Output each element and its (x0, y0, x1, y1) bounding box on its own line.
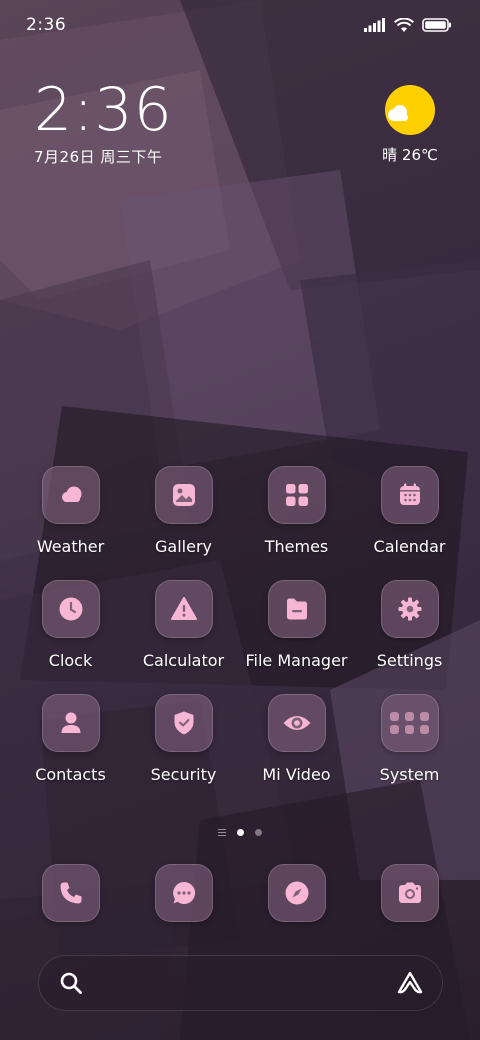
warning-triangle-icon (154, 580, 213, 638)
app-grid: Weather Gallery Themes Calendar Clock Ca… (14, 466, 466, 784)
compass-icon[interactable] (267, 864, 326, 922)
app-label: Gallery (155, 537, 212, 556)
app-calendar[interactable]: Calendar (353, 466, 466, 556)
calendar-icon (380, 466, 439, 524)
status-bar: 2:36 (0, 0, 480, 50)
search-icon[interactable] (59, 971, 83, 995)
app-clock[interactable]: Clock (14, 580, 127, 670)
status-time: 2:36 (26, 15, 67, 35)
gallery-image-icon (154, 466, 213, 524)
app-label: System (379, 765, 440, 784)
app-label: Weather (36, 537, 105, 556)
app-security[interactable]: Security (127, 694, 240, 784)
weather-cloud-icon (41, 466, 100, 524)
person-icon (41, 694, 100, 752)
eye-icon (267, 694, 326, 752)
shield-check-icon (154, 694, 213, 752)
widget-date: 7月26日 周三下午 (34, 148, 163, 166)
folder-app-grid-icon (380, 694, 439, 752)
wifi-icon (394, 17, 414, 32)
dock (14, 864, 466, 922)
app-weather[interactable]: Weather (14, 466, 127, 556)
app-themes[interactable]: Themes (240, 466, 353, 556)
folder-system[interactable]: System (353, 694, 466, 784)
signal-bars-icon (364, 18, 385, 32)
clock-icon (41, 580, 100, 638)
app-label: Mi Video (262, 765, 331, 784)
clock-widget[interactable]: 2:36 7月26日 周三下午 (34, 78, 173, 167)
chat-bubble-icon[interactable] (154, 864, 213, 922)
list-menu-icon (218, 829, 226, 836)
app-contacts[interactable]: Contacts (14, 694, 127, 784)
phone-icon[interactable] (41, 864, 100, 922)
widget-time: 2:36 (34, 75, 173, 145)
app-settings[interactable]: Settings (353, 580, 466, 670)
app-label: Clock (48, 651, 93, 670)
app-calculator[interactable]: Calculator (127, 580, 240, 670)
assistant-a-icon[interactable] (396, 970, 424, 996)
app-label: Contacts (35, 765, 106, 784)
battery-icon (422, 18, 451, 32)
themes-grid-icon (267, 466, 326, 524)
app-gallery[interactable]: Gallery (127, 466, 240, 556)
app-label: Calendar (373, 537, 446, 556)
app-label: File Manager (245, 651, 348, 670)
weather-widget[interactable]: 晴 26℃ (374, 84, 446, 165)
app-label: Security (150, 765, 217, 784)
app-mi-video[interactable]: Mi Video (240, 694, 353, 784)
search-bar[interactable] (38, 955, 443, 1011)
app-label: Settings (376, 651, 443, 670)
partly-sunny-icon (384, 84, 436, 136)
page-dot-active (237, 829, 244, 836)
gear-icon (380, 580, 439, 638)
app-label: Calculator (142, 651, 225, 670)
status-icons (364, 17, 452, 33)
app-file-manager[interactable]: File Manager (240, 580, 353, 670)
app-label: Themes (264, 537, 329, 556)
folder-icon (267, 580, 326, 638)
page-indicator[interactable] (0, 829, 480, 836)
camera-icon[interactable] (380, 864, 439, 922)
weather-text: 晴 26℃ (382, 146, 438, 164)
page-dot (255, 829, 262, 836)
